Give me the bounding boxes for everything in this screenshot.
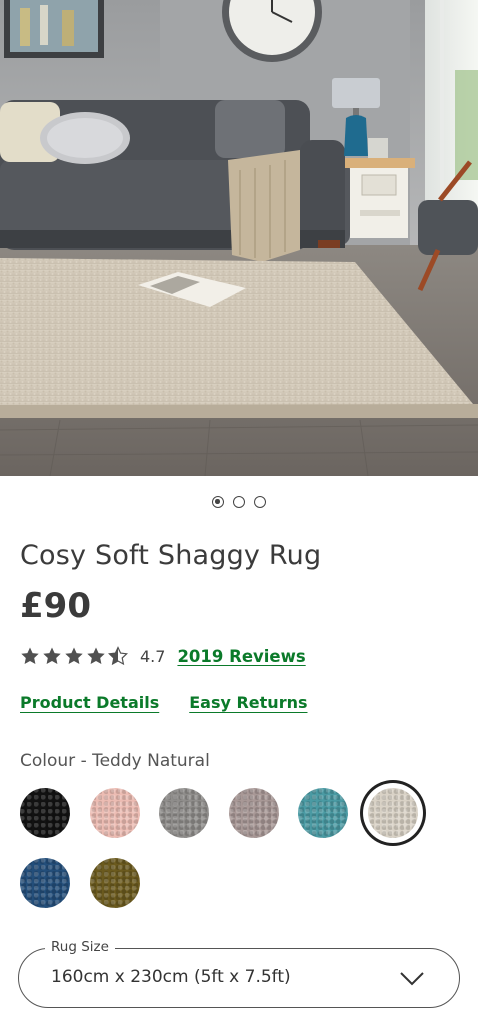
colour-swatch-teal[interactable] [298, 788, 348, 838]
room-scene-image [0, 0, 478, 476]
rug-size-label: Rug Size [45, 939, 115, 955]
product-image[interactable] [0, 0, 478, 476]
info-links: Product Details Easy Returns [20, 693, 308, 712]
rug-size-value: 160cm x 230cm (5ft x 7.5ft) [51, 967, 291, 987]
colour-swatch-navy[interactable] [20, 857, 70, 908]
star-icon [43, 647, 61, 664]
rug-size-select[interactable]: Rug Size 160cm x 230cm (5ft x 7.5ft) [18, 939, 460, 1008]
colour-swatch-blush[interactable] [89, 788, 140, 838]
carousel-dots [0, 496, 478, 508]
easy-returns-link[interactable]: Easy Returns [189, 693, 307, 712]
colour-swatch-teddy-natural[interactable] [367, 788, 418, 838]
colour-swatch-mink[interactable] [228, 788, 279, 838]
colour-label: Colour - Teddy Natural [20, 751, 210, 771]
rating-row: 4.7 2019 Reviews [20, 646, 306, 666]
product-title: Cosy Soft Shaggy Rug [20, 540, 322, 571]
chevron-down-icon [400, 972, 424, 986]
star-icon [21, 647, 39, 664]
carousel-dot-2[interactable] [233, 496, 245, 508]
colour-swatch-ochre[interactable] [89, 857, 140, 908]
rating-value: 4.7 [140, 646, 166, 666]
star-icon [87, 647, 105, 664]
star-icon [65, 647, 83, 664]
colour-swatch-black[interactable] [20, 788, 70, 838]
reviews-link[interactable]: 2019 Reviews [177, 647, 305, 666]
carousel-dot-1[interactable] [212, 496, 224, 508]
star-rating [20, 646, 128, 666]
product-details-link[interactable]: Product Details [20, 693, 159, 712]
colour-swatch-grey[interactable] [159, 788, 209, 838]
carousel-dot-3[interactable] [254, 496, 266, 508]
product-price: £90 [20, 586, 91, 626]
star-half-icon [108, 646, 128, 666]
